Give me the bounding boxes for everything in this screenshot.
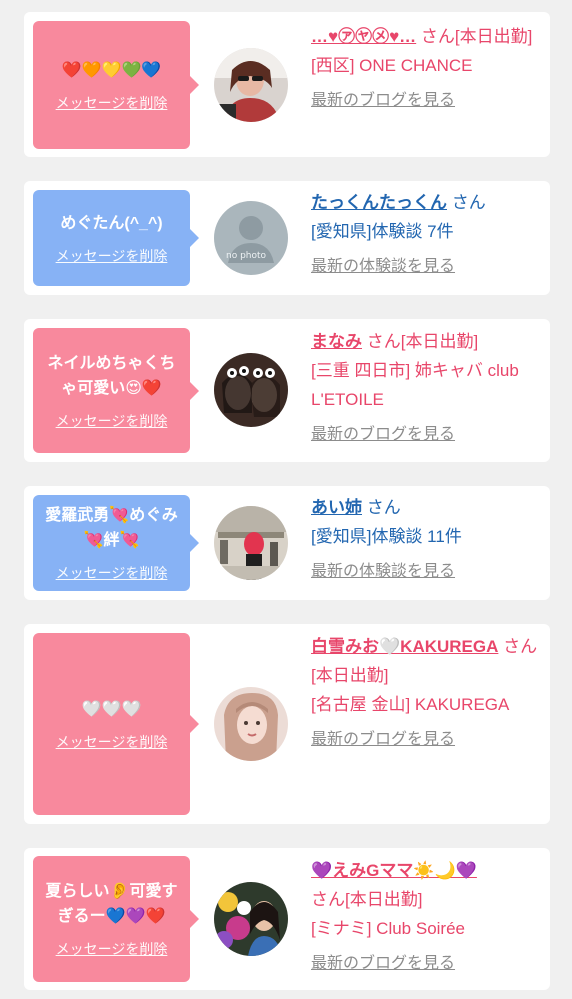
delete-message-link[interactable]: メッセージを削除 [56,411,168,431]
profile-name-link[interactable]: …♥㋐㋳㋱♥… [311,27,416,46]
avatar[interactable] [214,48,288,122]
message-bubble: 愛羅武勇💘めぐみ💘絆💘 メッセージを削除 [33,495,199,591]
name-suffix: さん[本日出勤] [311,890,423,909]
message-text: めぐたん(^_^) [60,214,163,232]
avatar[interactable] [214,882,288,956]
profile-info: まなみ さん[本日出勤] [三重 四日市] 姉キャバ club L'ETOILE… [311,327,539,449]
list-item: 愛羅武勇💘めぐみ💘絆💘 メッセージを削除 あい姉 さん [愛知県]体験談 11件… [24,486,550,600]
latest-blog-link[interactable]: 最新のブログを見る [311,725,539,754]
location-text: [名古屋 金山] KAKUREGA [311,695,510,714]
location-text: [三重 四日市] 姉キャバ club L'ETOILE [311,361,519,409]
profile-info: たっくんたっくん さん [愛知県]体験談 7件 最新の体験談を見る [311,188,539,281]
message-text: ❤️🧡💛💚💙 [61,61,162,79]
profile-info: 💜えみGママ☀️🌙💜 さん[本日出勤] [ミナミ] Club Soirée 最新… [311,856,539,978]
message-text: 夏らしい👂可愛すぎるー💙💜❤️ [45,883,178,925]
location-text: [愛知県]体験談 7件 [311,222,454,241]
message-text: 🤍🤍🤍 [81,700,142,718]
name-suffix: さん[本日出勤] [420,27,533,46]
latest-blog-link[interactable]: 最新のブログを見る [311,86,539,115]
profile-name-link[interactable]: あい姉 [311,498,362,517]
location-text: [ミナミ] Club Soirée [311,919,465,938]
message-bubble: めぐたん(^_^) メッセージを削除 [33,190,199,286]
profile-info: あい姉 さん [愛知県]体験談 11件 最新の体験談を見る [311,493,539,586]
avatar[interactable] [214,506,288,580]
name-suffix: さん [366,498,401,517]
message-bubble: ❤️🧡💛💚💙 メッセージを削除 [33,21,199,149]
avatar[interactable] [214,353,288,427]
delete-message-link[interactable]: メッセージを削除 [56,732,168,752]
location-text: [西区] ONE CHANCE [311,56,473,75]
latest-blog-link[interactable]: 最新のブログを見る [311,949,539,978]
message-bubble: ネイルめちゃくちゃ可愛い😍❤️ メッセージを削除 [33,328,199,453]
latest-review-link[interactable]: 最新の体験談を見る [311,252,539,281]
avatar[interactable] [214,687,288,761]
delete-message-link[interactable]: メッセージを削除 [56,939,168,959]
location-text: [愛知県]体験談 11件 [311,527,462,546]
profile-name-link[interactable]: まなみ [311,332,362,351]
profile-name-link[interactable]: たっくんたっくん [311,193,447,212]
delete-message-link[interactable]: メッセージを削除 [56,93,168,113]
list-item: 🤍🤍🤍 メッセージを削除 白雪みお🤍KAKUREGA さん[本日出勤] [名古屋… [24,624,550,824]
list-item: ネイルめちゃくちゃ可愛い😍❤️ メッセージを削除 まなみ さん[本日出勤] [三… [24,319,550,462]
latest-blog-link[interactable]: 最新のブログを見る [311,420,539,449]
profile-info: …♥㋐㋳㋱♥… さん[本日出勤] [西区] ONE CHANCE 最新のブログを… [311,22,539,115]
profile-name-link[interactable]: 白雪みお🤍KAKUREGA [311,637,498,656]
message-bubble: 🤍🤍🤍 メッセージを削除 [33,633,199,815]
avatar[interactable]: no photo [214,201,288,275]
name-suffix: さん[本日出勤] [366,332,479,351]
list-item: めぐたん(^_^) メッセージを削除 no photo たっくんたっくん さん … [24,181,550,295]
list-item: 夏らしい👂可愛すぎるー💙💜❤️ メッセージを削除 💜えみGママ☀️🌙💜 さん[本… [24,848,550,990]
message-bubble: 夏らしい👂可愛すぎるー💙💜❤️ メッセージを削除 [33,856,199,982]
latest-review-link[interactable]: 最新の体験談を見る [311,557,539,586]
message-text: ネイルめちゃくちゃ可愛い😍❤️ [47,354,176,397]
profile-name-link[interactable]: 💜えみGママ☀️🌙💜 [311,861,477,880]
name-suffix: さん [451,193,486,212]
list-item: ❤️🧡💛💚💙 メッセージを削除 …♥㋐㋳㋱♥… さん[本日出勤] [西区] ON… [24,12,550,157]
no-photo-text: no photo [226,251,267,261]
profile-info: 白雪みお🤍KAKUREGA さん[本日出勤] [名古屋 金山] KAKUREGA… [311,632,539,754]
message-text: 愛羅武勇💘めぐみ💘絆💘 [45,507,178,549]
delete-message-link[interactable]: メッセージを削除 [56,246,168,266]
message-list: ❤️🧡💛💚💙 メッセージを削除 …♥㋐㋳㋱♥… さん[本日出勤] [西区] ON… [0,0,572,999]
delete-message-link[interactable]: メッセージを削除 [56,563,168,583]
